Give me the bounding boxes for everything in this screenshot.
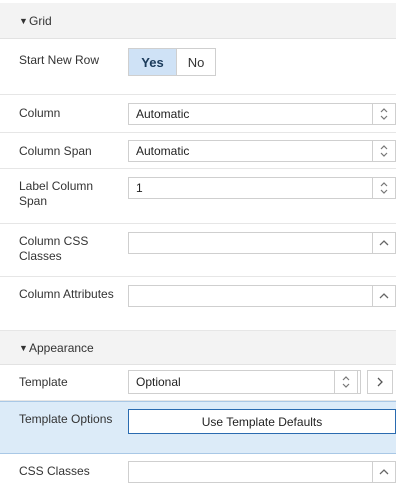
row-column-span: Column Span Automatic (0, 133, 396, 169)
label-column-span-select[interactable]: 1 (128, 177, 373, 199)
label-column-span: Column Span (19, 144, 92, 158)
template-select[interactable]: Optional (128, 370, 361, 394)
section-title-appearance: Appearance (29, 340, 94, 355)
column-css-classes-expand-icon[interactable] (372, 232, 396, 254)
label-start-new-row: Start New Row (19, 53, 100, 67)
section-header-grid[interactable]: ▼ Grid (0, 3, 396, 39)
row-template: Template Optional (0, 365, 396, 401)
row-start-new-row: Start New Row Yes No (0, 39, 396, 95)
column-select[interactable]: Automatic (128, 103, 373, 125)
no-option[interactable]: No (176, 49, 215, 75)
use-template-defaults-button[interactable]: Use Template Defaults (128, 409, 396, 434)
css-classes-input[interactable] (128, 461, 373, 483)
label-css-classes: CSS Classes (19, 464, 90, 478)
template-open-chevron-right-icon[interactable] (367, 370, 393, 394)
label-template-options: Template Options (19, 412, 113, 426)
label-template: Template (19, 375, 68, 389)
column-attributes-expand-icon[interactable] (372, 285, 396, 307)
css-classes-expand-icon[interactable] (372, 461, 396, 483)
collapse-caret-icon: ▼ (19, 15, 28, 26)
column-span-spinner-icon[interactable] (372, 140, 396, 162)
row-template-options: Template Options Use Template Defaults (0, 401, 396, 454)
yes-option[interactable]: Yes (129, 49, 176, 75)
label-column: Column (19, 106, 61, 120)
collapse-caret-icon: ▼ (19, 342, 28, 353)
column-attributes-input[interactable] (128, 285, 373, 307)
start-new-row-toggle[interactable]: Yes No (128, 48, 216, 76)
row-label-column-span: Label Column Span 1 (0, 169, 396, 224)
row-column: Column Automatic (0, 95, 396, 133)
row-column-attributes: Column Attributes (0, 277, 396, 331)
section-header-appearance[interactable]: ▼ Appearance (0, 331, 396, 365)
section-title-grid: Grid (29, 13, 52, 28)
template-spinner-icon[interactable] (334, 370, 358, 394)
row-css-classes: CSS Classes (0, 454, 396, 484)
row-column-css-classes: Column CSS Classes (0, 224, 396, 277)
column-css-classes-input[interactable] (128, 232, 373, 254)
label-column-attributes: Column Attributes (19, 287, 114, 301)
column-spinner-icon[interactable] (372, 103, 396, 125)
label-column-span-spinner-icon[interactable] (372, 177, 396, 199)
label-label-column-span: Label Column Span (19, 179, 94, 208)
column-span-select[interactable]: Automatic (128, 140, 373, 162)
label-column-css-classes: Column CSS Classes (19, 234, 89, 263)
